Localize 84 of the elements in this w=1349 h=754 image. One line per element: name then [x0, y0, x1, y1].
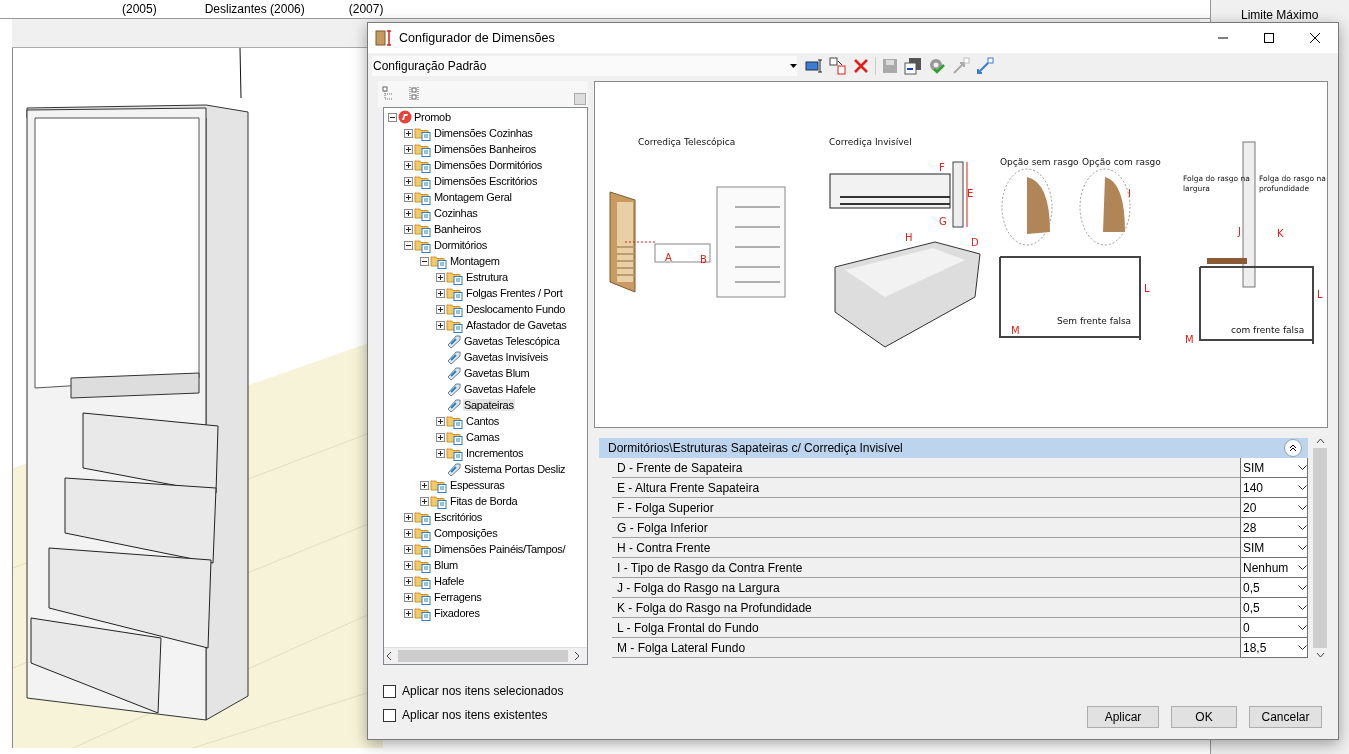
dimension-letter: M — [1185, 334, 1194, 345]
tree-item[interactable]: Banheiros — [433, 223, 482, 235]
tree-item[interactable]: Gavetas Hafele — [463, 383, 537, 395]
value-dropdown[interactable]: 0 — [1240, 618, 1308, 638]
dimension-letter: K — [1277, 228, 1284, 239]
dimension-letter: L — [1317, 289, 1323, 300]
property-label: L - Folga Frontal do Fundo — [612, 618, 1240, 638]
tree-item[interactable]: Sapateiras — [463, 399, 515, 411]
tree-item[interactable]: Montagem — [449, 255, 501, 267]
tree-item[interactable]: Estrutura — [465, 271, 509, 283]
tree-item[interactable]: Gavetas Blum — [463, 367, 531, 379]
tree-item[interactable]: Camas — [465, 431, 501, 443]
value-dropdown[interactable]: 20 — [1240, 498, 1308, 518]
tree-item[interactable]: Incrementos — [465, 447, 525, 459]
dimension-letter: H — [905, 232, 913, 243]
tree-item[interactable]: Cozinhas — [433, 207, 479, 219]
tree-item[interactable]: Escritórios — [433, 511, 484, 523]
dimension-letter: J — [1238, 226, 1241, 237]
tree-item[interactable]: Afastador de Gavetas — [465, 319, 568, 331]
value-dropdown[interactable]: 0,5 — [1240, 598, 1308, 618]
property-label: G - Folga Inferior — [612, 518, 1240, 538]
value-dropdown[interactable]: 28 — [1240, 518, 1308, 538]
value-dropdown[interactable]: Nenhum — [1240, 558, 1308, 578]
property-label: F - Folga Superior — [612, 498, 1240, 518]
tree-item[interactable]: Fixadores — [433, 607, 481, 619]
dialog-button[interactable]: Cancelar — [1249, 706, 1322, 728]
value-dropdown[interactable]: 18,5 — [1240, 638, 1308, 658]
dimension-letter: L — [1144, 283, 1150, 294]
tree-item[interactable]: Dimensões Banheiros — [433, 143, 537, 155]
value-dropdown[interactable]: SIM — [1240, 538, 1308, 558]
tree-item[interactable]: Blum — [433, 559, 459, 571]
tree-item[interactable]: Promob — [413, 111, 452, 123]
property-label: K - Folga do Rasgo na Profundidade — [612, 598, 1240, 618]
diagram-label: Corrediça Telescópica — [638, 137, 736, 147]
tree-item[interactable]: Dimensões Painéis/Tampos/ — [433, 543, 567, 555]
dialog-button[interactable]: OK — [1171, 706, 1237, 728]
column-header: Deslizantes (2006) — [204, 1, 305, 18]
diagram-label: com frente falsa — [1231, 325, 1305, 335]
property-label: H - Contra Frente — [612, 538, 1240, 558]
tree-item[interactable]: Composições — [433, 527, 499, 539]
dimension-letter: G — [939, 216, 947, 227]
diagram-label: Sem frente falsa — [1057, 316, 1132, 326]
configuration-dropdown[interactable]: Configuração Padrão — [372, 56, 797, 76]
value-dropdown[interactable]: 0,5 — [1240, 578, 1308, 598]
window-title: Configurador de Dimensões — [399, 31, 556, 45]
tree-item[interactable]: Gavetas Invisíveis — [463, 351, 549, 363]
checkbox-label: Aplicar nos itens selecionados — [402, 684, 564, 698]
property-label: I - Tipo de Rasgo da Contra Frente — [612, 558, 1240, 578]
tree-item[interactable]: Espessuras — [449, 479, 506, 491]
column-header: (2007) — [348, 1, 384, 18]
panel-label: Limite Máximo — [1241, 8, 1319, 22]
dimension-letter: M — [1011, 325, 1020, 336]
tree-item[interactable]: Fitas de Borda — [449, 495, 519, 507]
diagram-label: Opção com rasgo — [1082, 157, 1161, 167]
tree-item[interactable]: Dimensões Escritórios — [433, 175, 539, 187]
diagram-label: Opção sem rasgo — [1000, 157, 1079, 167]
tree-item[interactable]: Deslocamento Fundo — [465, 303, 567, 315]
property-label: J - Folga do Rasgo na Largura — [612, 578, 1240, 598]
tree-item[interactable]: Dormitórios — [433, 239, 488, 251]
tree-item[interactable]: Sistema Portas Desliz — [463, 463, 567, 475]
property-label: D - Frente de Sapateira — [612, 458, 1240, 478]
value-dropdown[interactable]: 140 — [1240, 478, 1308, 498]
tree-item[interactable]: Montagem Geral — [433, 191, 513, 203]
checkbox-label: Aplicar nos itens existentes — [402, 708, 548, 722]
dimension-letter: E — [967, 188, 974, 199]
diagram-label: Corrediça Invisível — [829, 137, 912, 147]
tree-item[interactable]: Dimensões Cozinhas — [433, 127, 534, 139]
tree-item[interactable]: Gavetas Telescópica — [463, 335, 561, 347]
tree-item[interactable]: Hafele — [433, 575, 465, 587]
tree-item[interactable]: Dimensões Dormitórios — [433, 159, 543, 171]
value-dropdown[interactable]: SIM — [1240, 458, 1308, 478]
tree-item[interactable]: Ferragens — [433, 591, 483, 603]
dimension-letter: I — [1128, 188, 1131, 199]
column-header: (2005) — [122, 1, 157, 18]
tree-item[interactable]: Folgas Frentes / Port — [465, 287, 564, 299]
group-title: Dormitórios\Estruturas Sapateiras c/ Corrediça Invisível — [608, 441, 904, 455]
property-label: M - Folga Lateral Fundo — [612, 638, 1240, 658]
tree-item[interactable]: Cantos — [465, 415, 501, 427]
dimension-letter: F — [939, 162, 945, 173]
dimension-letter: A — [665, 252, 672, 263]
dimension-letter: B — [700, 254, 707, 265]
property-label: E - Altura Frente Sapateira — [612, 478, 1240, 498]
dimension-letter: D — [971, 237, 979, 248]
dialog-button[interactable]: Aplicar — [1087, 706, 1159, 728]
